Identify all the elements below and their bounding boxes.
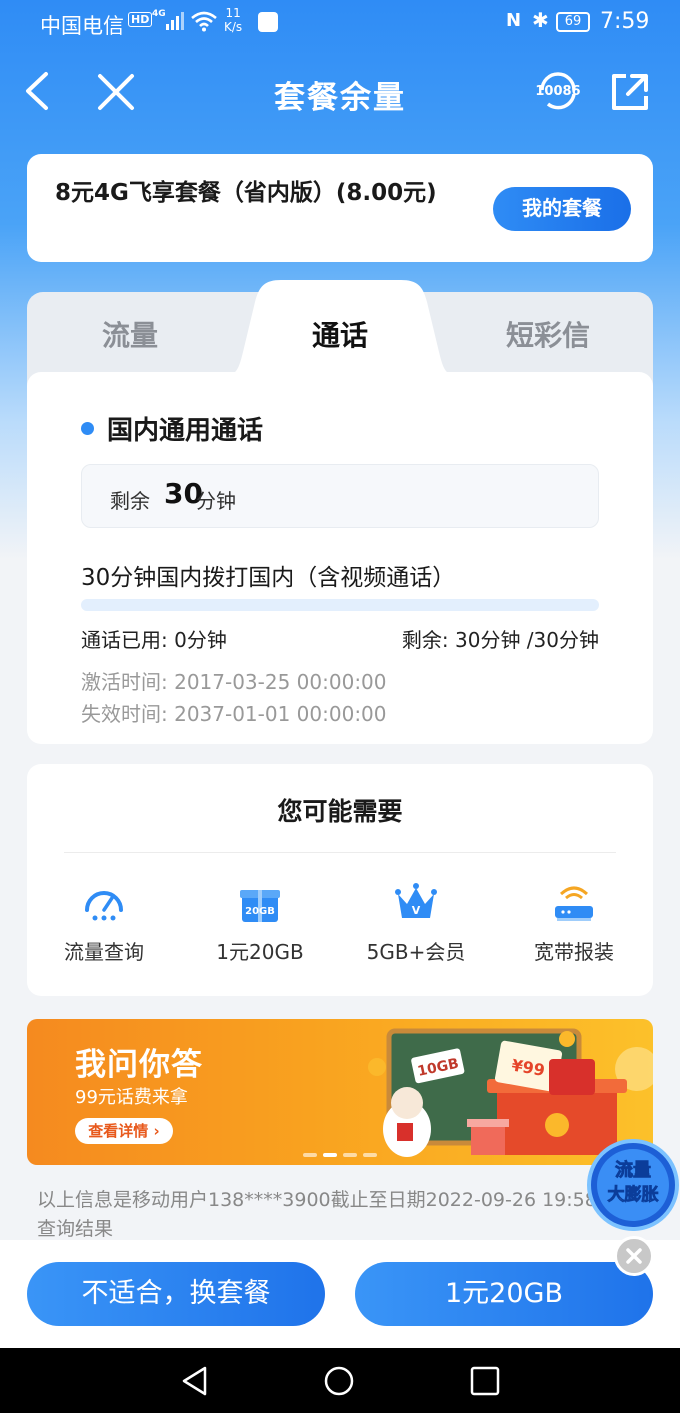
crown-icon: V xyxy=(395,883,437,918)
carrier-name: 中国电信 xyxy=(40,14,124,38)
signal-icon: 4G xyxy=(152,9,184,30)
rec-label: 1元20GB xyxy=(216,940,304,964)
rec-broadband-install[interactable]: 宽带报装 xyxy=(499,880,649,965)
status-bar: 中国电信 HD 4G 11 K/s N ✱ 69 7:59 xyxy=(0,0,680,46)
recommendations-card: 您可能需要 流量查询 20GB 1元20GB V 5GB+会员 宽带报装 xyxy=(27,764,653,996)
divider xyxy=(64,852,616,853)
rec-label: 流量查询 xyxy=(64,940,144,964)
badge-line2: 大膨胀 xyxy=(608,1184,659,1205)
remaining-minutes-box: 剩余 30 分钟 xyxy=(81,464,599,528)
banner-title: 我问你答 xyxy=(75,1047,203,1083)
battery-icon: 69 xyxy=(556,12,590,32)
current-plan-card: 8元4G飞享套餐（省内版）(8.00元) 我的套餐 xyxy=(27,154,653,262)
call-usage-section: 国内通用通话 剩余 30 分钟 30分钟国内拨打国内（含视频通话） 通话已用: … xyxy=(27,372,653,744)
top-navigation: 套餐余量 10086 xyxy=(0,56,680,126)
china-mobile-app-icon xyxy=(258,12,278,32)
package-description: 30分钟国内拨打国内（含视频通话） xyxy=(81,565,456,591)
speed-value: 11 xyxy=(225,6,241,20)
rec-5gb-member[interactable]: V 5GB+会员 xyxy=(341,880,491,965)
speed-unit: K/s xyxy=(224,20,243,34)
system-back-icon[interactable] xyxy=(178,1364,212,1398)
network-type: 4G xyxy=(152,9,166,19)
expiry-time: 失效时间: 2037-01-01 00:00:00 xyxy=(81,702,387,726)
hd-badge: HD xyxy=(128,12,153,27)
close-floating-badge-button[interactable] xyxy=(614,1236,654,1276)
carousel-indicator xyxy=(303,1153,377,1157)
my-plan-button[interactable]: 我的套餐 xyxy=(493,187,631,231)
usage-progress-bar xyxy=(81,599,599,611)
remain-prefix: 剩余 xyxy=(110,489,150,513)
network-speed: 11 K/s xyxy=(224,6,242,34)
section-title: 国内通用通话 xyxy=(107,416,264,446)
hotline-number[interactable]: 10086 xyxy=(530,84,586,99)
rec-label: 宽带报装 xyxy=(534,940,614,964)
speedometer-icon xyxy=(85,891,123,921)
floating-promo-badge[interactable]: 流量 大膨胀 xyxy=(586,1138,680,1232)
usage-panel: 流量 通话 短彩信 国内通用通话 剩余 30 分钟 30分钟国内拨打国内（含视频… xyxy=(27,280,653,744)
tab-sms[interactable]: 短彩信 xyxy=(448,314,648,354)
rec-label: 5GB+会员 xyxy=(366,940,466,964)
router-icon xyxy=(555,886,593,921)
plan-name: 8元4G飞享套餐（省内版）(8.00元) xyxy=(55,180,437,206)
svg-text:V: V xyxy=(412,904,421,917)
banner-button-label: 查看详情 xyxy=(88,1122,149,1140)
banner-details-button[interactable]: 查看详情 › xyxy=(75,1118,173,1144)
close-icon xyxy=(626,1248,642,1264)
section-bullet xyxy=(81,422,94,435)
remain-unit: 分钟 xyxy=(196,489,236,513)
share-icon[interactable] xyxy=(608,70,652,114)
activation-time: 激活时间: 2017-03-25 00:00:00 xyxy=(81,670,387,694)
clock: 7:59 xyxy=(600,9,650,34)
recommendations-title: 您可能需要 xyxy=(277,797,403,826)
change-plan-button[interactable]: 不适合，换套餐 xyxy=(27,1262,325,1326)
remaining-minutes: 剩余: 30分钟 /30分钟 xyxy=(401,628,599,652)
used-minutes: 通话已用: 0分钟 xyxy=(81,628,227,652)
tab-calls[interactable]: 通话 xyxy=(240,314,440,354)
query-info-text: 以上信息是移动用户138****3900截止至日期2022-09-26 19:5… xyxy=(37,1189,616,1240)
tab-data[interactable]: 流量 xyxy=(30,314,230,354)
promo-banner[interactable]: 我问你答 99元话费来拿 查看详情 › 10GB ¥99 xyxy=(27,1019,653,1165)
system-navigation-bar xyxy=(0,1348,680,1413)
rec-data-query[interactable]: 流量查询 xyxy=(29,880,179,965)
badge-line1: 流量 xyxy=(615,1159,651,1181)
wifi-icon xyxy=(191,11,217,32)
system-recents-icon[interactable] xyxy=(468,1364,502,1398)
nfc-icon: N xyxy=(506,10,522,31)
system-home-icon[interactable] xyxy=(322,1364,356,1398)
rec-1yuan-20gb[interactable]: 20GB 1元20GB xyxy=(185,880,335,965)
gift-box-icon: 20GB xyxy=(240,890,280,922)
bottom-action-bar: 不适合，换套餐 1元20GB xyxy=(0,1240,680,1348)
bluetooth-icon: ✱ xyxy=(532,8,549,32)
banner-subtitle: 99元话费来拿 xyxy=(75,1087,188,1108)
gift-badge-text: 20GB xyxy=(245,906,275,917)
buy-20gb-button[interactable]: 1元20GB xyxy=(355,1262,653,1326)
